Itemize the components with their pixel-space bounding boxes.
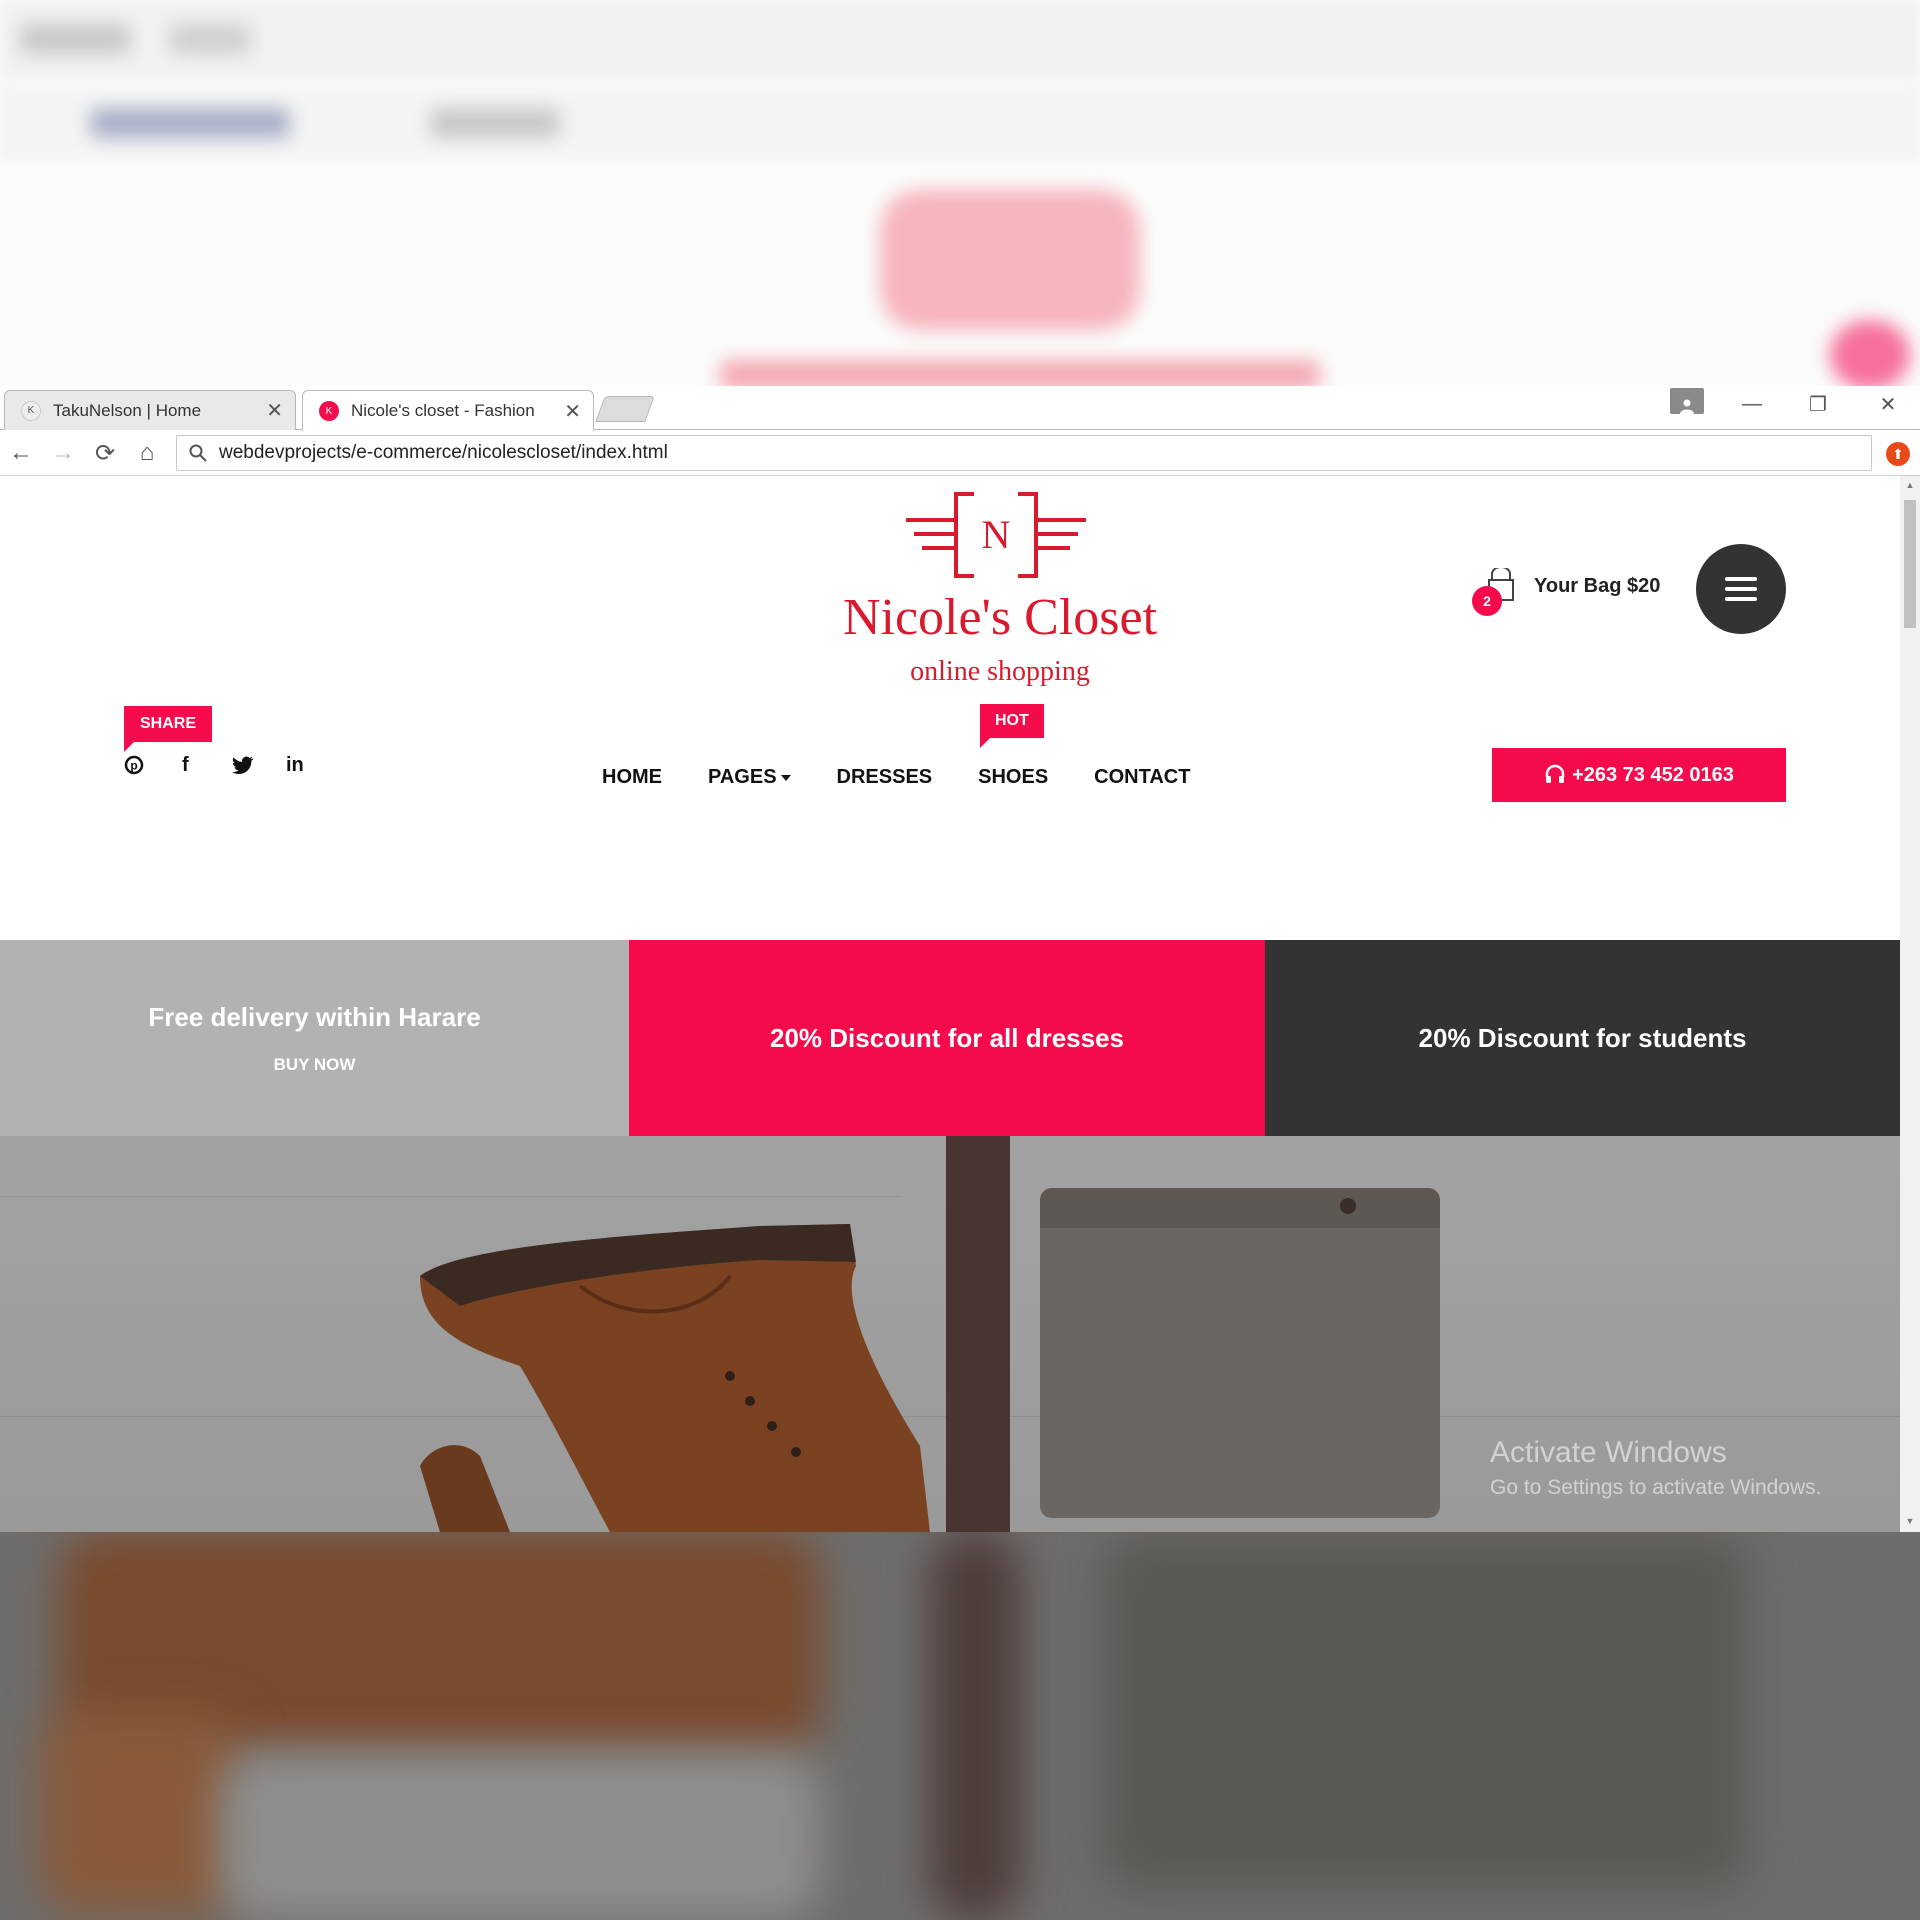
- menu-button[interactable]: [1696, 544, 1786, 634]
- browser-toolbar: ← → ⟳ ⌂ webdevprojects/e-commerce/nicole…: [0, 430, 1920, 476]
- promo-title: 20% Discount for students: [1418, 1022, 1747, 1053]
- scrollbar-thumb[interactable]: [1904, 500, 1916, 628]
- tab-nicoles-closet[interactable]: K Nicole's closet - Fashion ✕: [302, 390, 594, 431]
- nav-shoes[interactable]: SHOES: [978, 766, 1048, 789]
- boot-image: [420, 1224, 930, 1532]
- page-viewport: N Nicole's Closet online shopping 2 Your…: [0, 476, 1920, 1532]
- nav-home[interactable]: HOME: [602, 766, 662, 789]
- brand-tagline: online shopping: [910, 656, 1090, 687]
- close-tab-icon[interactable]: ✕: [266, 398, 283, 423]
- favicon-icon: K: [21, 400, 41, 421]
- headset-icon: [1545, 764, 1565, 783]
- bag-count-badge: 2: [1472, 586, 1502, 616]
- restore-icon[interactable]: ❐: [1790, 386, 1846, 422]
- page-scrollbar[interactable]: ▲ ▼: [1900, 476, 1920, 1532]
- close-tab-icon[interactable]: ✕: [564, 399, 581, 424]
- svg-text:p: p: [130, 759, 137, 773]
- phone-number: +263 73 452 0163: [1572, 763, 1734, 786]
- tab-title: TakuNelson | Home: [53, 400, 202, 420]
- facebook-icon[interactable]: f: [174, 750, 228, 780]
- watermark-title: Activate Windows: [1490, 1436, 1727, 1469]
- promo-students-discount[interactable]: 20% Discount for students: [1265, 940, 1900, 1136]
- promo-dresses-discount[interactable]: 20% Discount for all dresses: [629, 940, 1265, 1136]
- bag-icon: 2: [1472, 566, 1518, 616]
- nav-pages-label: PAGES: [708, 766, 777, 788]
- brand-name: Nicole's Closet: [842, 589, 1158, 646]
- social-links: p f in: [120, 750, 336, 780]
- windows-activation-watermark: Activate Windows Go to Settings to activ…: [1490, 1436, 1822, 1500]
- profile-icon[interactable]: [1670, 388, 1704, 414]
- chevron-down-icon: [780, 774, 791, 781]
- url-text: webdevprojects/e-commerce/nicolescloset/…: [219, 442, 668, 463]
- promo-title: Free delivery within Harare: [148, 1001, 481, 1032]
- share-tag: SHARE: [124, 706, 213, 752]
- favicon-icon: K: [319, 401, 339, 421]
- watermark-subtitle: Go to Settings to activate Windows.: [1490, 1476, 1822, 1499]
- address-bar[interactable]: webdevprojects/e-commerce/nicolescloset/…: [176, 435, 1872, 471]
- screenshot: K TakuNelson | Home ✕ K Nicole's closet …: [0, 0, 1920, 1920]
- pinterest-icon[interactable]: p: [120, 750, 174, 780]
- home-icon[interactable]: ⌂: [132, 438, 162, 468]
- search-icon: [189, 444, 207, 462]
- scroll-down-icon[interactable]: ▼: [1904, 1516, 1916, 1526]
- nav-pages[interactable]: PAGES: [708, 766, 791, 789]
- bag-label: Your Bag $20: [1534, 574, 1661, 597]
- nav-dresses[interactable]: DRESSES: [837, 766, 933, 789]
- extension-icon[interactable]: ⬆: [1886, 442, 1910, 466]
- reload-icon[interactable]: ⟳: [90, 438, 120, 468]
- new-tab-button[interactable]: [595, 396, 655, 422]
- hero-image: Activate Windows Go to Settings to activ…: [0, 1136, 1900, 1532]
- tab-takunelson-home[interactable]: K TakuNelson | Home ✕: [4, 390, 296, 430]
- scroll-up-icon[interactable]: ▲: [1904, 480, 1916, 490]
- nav-contact[interactable]: CONTACT: [1094, 766, 1190, 789]
- promo-banners: Free delivery within Harare BUY NOW 20% …: [0, 940, 1900, 1136]
- twitter-icon[interactable]: [228, 750, 282, 780]
- pants-image: [1040, 1188, 1440, 1518]
- hot-badge: HOT: [980, 704, 1044, 748]
- phone-button[interactable]: +263 73 452 0163: [1492, 748, 1786, 802]
- minimize-icon[interactable]: —: [1724, 386, 1780, 422]
- logo-letter: N: [982, 512, 1011, 557]
- browser-window: K TakuNelson | Home ✕ K Nicole's closet …: [0, 386, 1920, 1532]
- shopping-bag[interactable]: 2 Your Bag $20: [1472, 566, 1661, 616]
- blurred-background-top: [0, 0, 1920, 386]
- tab-title: Nicole's closet - Fashion: [351, 401, 535, 420]
- tab-strip: K TakuNelson | Home ✕ K Nicole's closet …: [0, 386, 1920, 431]
- blurred-background-bottom: [0, 1532, 1920, 1920]
- main-nav: HOME PAGES DRESSES SHOES CONTACT: [602, 766, 1236, 789]
- promo-title: 20% Discount for all dresses: [769, 1022, 1125, 1053]
- buy-now-button[interactable]: BUY NOW: [274, 1055, 356, 1075]
- belt-image: [946, 1136, 1010, 1532]
- forward-icon[interactable]: →: [48, 438, 78, 468]
- close-window-icon[interactable]: ✕: [1860, 386, 1916, 422]
- promo-free-delivery: Free delivery within Harare BUY NOW: [0, 940, 629, 1136]
- linkedin-icon[interactable]: in: [282, 750, 336, 780]
- logo-icon: N: [906, 492, 1086, 578]
- back-icon[interactable]: ←: [6, 438, 36, 468]
